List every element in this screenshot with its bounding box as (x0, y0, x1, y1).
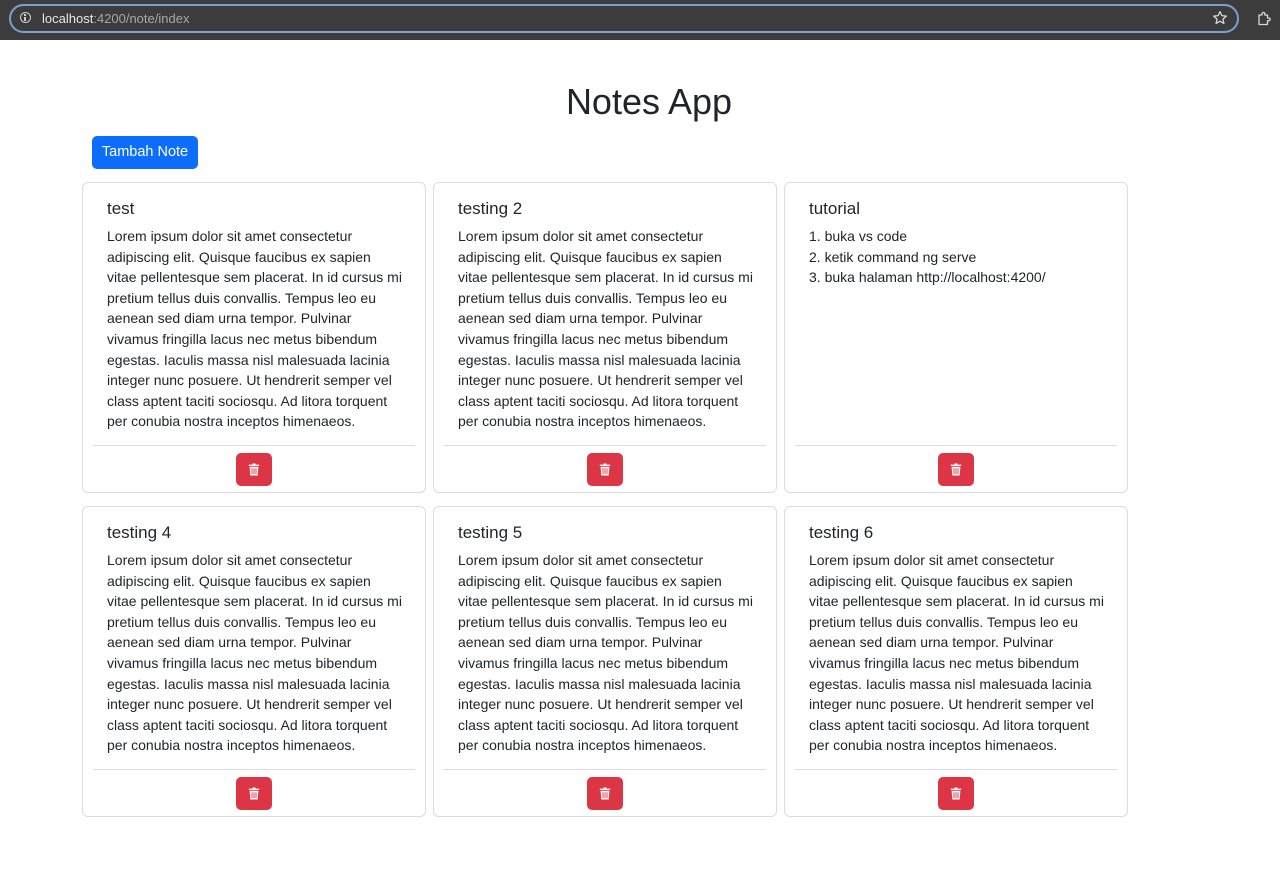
add-note-button[interactable]: Tambah Note (92, 136, 198, 169)
note-card: tutorial 1. buka vs code 2. ketik comman… (784, 182, 1128, 493)
note-card: testing 4 Lorem ipsum dolor sit amet con… (82, 506, 426, 817)
note-card: testing 2 Lorem ipsum dolor sit amet con… (433, 182, 777, 493)
page-title: Notes App (565, 81, 733, 122)
note-title: testing 4 (107, 523, 172, 542)
note-body: Lorem ipsum dolor sit amet consectetur a… (458, 228, 753, 430)
card-divider (444, 769, 766, 770)
address-bar[interactable]: localhost:4200/note/index (9, 4, 1239, 33)
delete-note-button[interactable] (587, 777, 623, 810)
note-title: testing 5 (458, 523, 523, 542)
trash-icon (248, 463, 260, 476)
note-title: testing 6 (809, 523, 874, 542)
card-divider (93, 769, 415, 770)
note-card: testing 6 Lorem ipsum dolor sit amet con… (784, 506, 1128, 817)
card-divider (444, 445, 766, 446)
trash-icon (599, 787, 611, 800)
note-body: Lorem ipsum dolor sit amet consectetur a… (458, 552, 753, 754)
url-host: localhost (42, 11, 94, 26)
delete-note-button[interactable] (587, 453, 623, 486)
url-text[interactable]: localhost:4200/note/index (42, 11, 189, 27)
extension-icon[interactable] (1256, 11, 1272, 27)
note-title: testing 2 (458, 199, 523, 218)
note-body: 1. buka vs code 2. ketik command ng serv… (809, 228, 1046, 286)
card-divider (795, 445, 1117, 446)
delete-note-button[interactable] (938, 777, 974, 810)
browser-toolbar: localhost:4200/note/index (0, 0, 1280, 40)
note-body: Lorem ipsum dolor sit amet consectetur a… (107, 552, 402, 754)
notes-grid: test Lorem ipsum dolor sit amet consecte… (82, 182, 1128, 817)
trash-icon (248, 787, 260, 800)
card-divider (93, 445, 415, 446)
delete-note-button[interactable] (938, 453, 974, 486)
trash-icon (950, 463, 962, 476)
note-title: test (107, 199, 135, 218)
note-title: tutorial (809, 199, 861, 218)
delete-note-button[interactable] (236, 453, 272, 486)
delete-note-button[interactable] (236, 777, 272, 810)
note-body: Lorem ipsum dolor sit amet consectetur a… (107, 228, 402, 430)
trash-icon (599, 463, 611, 476)
star-icon[interactable] (1212, 10, 1228, 26)
note-body: Lorem ipsum dolor sit amet consectetur a… (809, 552, 1104, 754)
card-divider (795, 769, 1117, 770)
trash-icon (950, 787, 962, 800)
url-path: :4200/note/index (93, 11, 190, 26)
info-icon[interactable] (20, 12, 31, 23)
note-card: testing 5 Lorem ipsum dolor sit amet con… (433, 506, 777, 817)
note-card: test Lorem ipsum dolor sit amet consecte… (82, 182, 426, 493)
